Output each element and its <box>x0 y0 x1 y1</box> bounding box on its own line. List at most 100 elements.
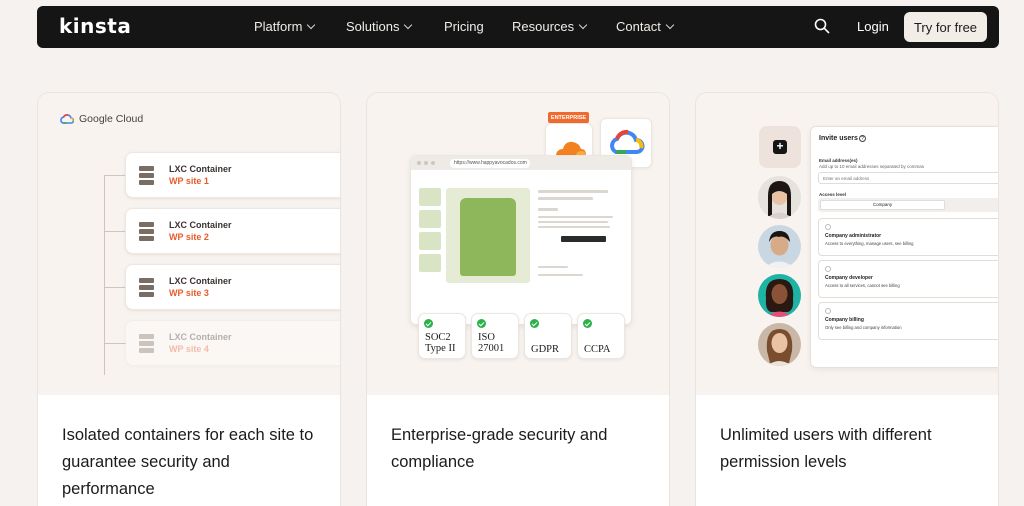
card-visual: + Invite users ? Email address(es) Add u… <box>696 93 998 395</box>
chevron-down-icon <box>578 20 588 29</box>
cert-badge-iso: ISO 27001 <box>471 313 519 359</box>
cert-label: ISO 27001 <box>478 332 505 354</box>
text-line <box>538 221 608 223</box>
nav-item-solutions[interactable]: Solutions <box>346 19 413 34</box>
top-navbar: kinsta Platform Solutions Pricing Resour… <box>37 6 999 48</box>
text-line <box>538 190 608 193</box>
container-title: LXC Container <box>169 276 232 286</box>
container-site: WP site 2 <box>169 232 209 242</box>
nav-item-platform[interactable]: Platform <box>254 19 316 34</box>
login-link[interactable]: Login <box>857 19 889 34</box>
lxc-container-box: LXC Container WP site 4 <box>125 320 340 366</box>
nav-item-label: Solutions <box>346 19 400 34</box>
product-thumbnail <box>419 188 441 206</box>
nav-item-label: Pricing <box>444 19 484 34</box>
add-to-cart-mock <box>561 236 606 242</box>
invite-users-panel: Invite users ? Email address(es) Add up … <box>810 126 998 368</box>
container-site: WP site 1 <box>169 176 209 186</box>
card-description: Enterprise-grade security and compliance <box>367 395 669 506</box>
provider-name: Google Cloud <box>79 113 144 125</box>
search-icon[interactable] <box>814 18 830 34</box>
role-title: Company administrator <box>825 233 882 239</box>
text-line <box>538 208 558 211</box>
text-line <box>538 266 568 268</box>
role-desc: Access to everything, manage users, see … <box>825 241 914 246</box>
nav-item-label: Contact <box>616 19 661 34</box>
server-icon <box>139 166 154 186</box>
avatar <box>758 274 801 317</box>
panel-title: Invite users <box>819 135 858 142</box>
server-icon <box>139 222 154 242</box>
email-field[interactable]: Enter an email address <box>818 172 998 184</box>
nav-item-resources[interactable]: Resources <box>512 19 588 34</box>
role-desc: Only see billing and company information <box>825 325 902 330</box>
container-title: LXC Container <box>169 164 232 174</box>
server-icon <box>139 334 154 354</box>
cert-badge-soc2: SOC2 Type II <box>418 313 466 359</box>
google-cloud-logo: Google Cloud <box>60 113 143 125</box>
email-hint: Add up to 10 email addresses separated b… <box>819 164 925 169</box>
tree-branch <box>104 287 126 288</box>
chevron-down-icon <box>404 20 413 29</box>
nav-item-contact[interactable]: Contact <box>616 19 675 34</box>
browser-toolbar: https://www.happyavocados.com <box>411 156 631 170</box>
container-title: LXC Container <box>169 220 232 230</box>
browser-url: https://www.happyavocados.com <box>450 158 530 168</box>
tree-branch <box>104 175 126 176</box>
role-option-developer[interactable]: Company developer Access to all services… <box>818 260 998 298</box>
container-site: WP site 3 <box>169 288 209 298</box>
role-title: Company billing <box>825 317 864 323</box>
try-for-free-button[interactable]: Try for free <box>904 12 987 42</box>
cert-label: GDPR <box>531 344 560 355</box>
email-label: Email address(es) <box>819 158 858 163</box>
help-icon: ? <box>859 135 866 142</box>
lxc-container-box: LXC Container WP site 1 <box>125 152 340 198</box>
nav-item-label: Resources <box>512 19 575 34</box>
card-description: Isolated containers for each site to gua… <box>38 395 340 506</box>
radio-icon <box>825 224 831 230</box>
check-icon <box>477 319 486 328</box>
feature-card-enterprise-security: ENTERPRISE https://www.happyavocados.com <box>366 92 670 506</box>
check-icon <box>424 319 433 328</box>
role-option-billing[interactable]: Company billing Only see billing and com… <box>818 302 998 340</box>
cert-label: CCPA <box>584 344 611 355</box>
tree-connector <box>104 175 124 375</box>
tree-branch <box>104 343 126 344</box>
radio-icon <box>825 308 831 314</box>
kinsta-logo[interactable]: kinsta <box>59 14 131 38</box>
feature-card-isolated-containers: Google Cloud LXC Container WP site 1 LXC… <box>37 92 341 506</box>
lxc-container-box: LXC Container WP site 2 <box>125 208 340 254</box>
nav-item-pricing[interactable]: Pricing <box>444 19 484 34</box>
product-thumbnail <box>419 210 441 228</box>
lxc-container-box: LXC Container WP site 3 <box>125 264 340 310</box>
access-option-company[interactable]: Company <box>820 200 945 210</box>
card-visual: Google Cloud LXC Container WP site 1 LXC… <box>38 93 340 395</box>
google-cloud-icon <box>60 114 74 124</box>
text-line <box>538 274 583 276</box>
container-title: LXC Container <box>169 332 232 342</box>
chevron-down-icon <box>307 20 316 29</box>
role-option-admin[interactable]: Company administrator Access to everythi… <box>818 218 998 256</box>
card-visual: ENTERPRISE https://www.happyavocados.com <box>367 93 669 395</box>
add-user-tile: + <box>759 126 801 168</box>
check-icon <box>530 319 539 328</box>
avatar <box>758 176 801 219</box>
avatar <box>758 323 801 366</box>
browser-mockup: https://www.happyavocados.com <box>410 155 632 325</box>
enterprise-badge: ENTERPRISE <box>548 112 589 123</box>
tree-branch <box>104 231 126 232</box>
text-line <box>538 197 593 200</box>
nav-item-label: Platform <box>254 19 303 34</box>
access-level-toggle[interactable]: Company <box>818 198 998 212</box>
cert-badge-ccpa: CCPA <box>577 313 625 359</box>
product-thumbnail <box>419 254 441 272</box>
role-desc: Access to all services, cannot see billi… <box>825 283 900 288</box>
feature-card-unlimited-users: + Invite users ? Email address(es) Add u… <box>695 92 999 506</box>
radio-icon <box>825 266 831 272</box>
role-title: Company developer <box>825 275 873 281</box>
access-level-label: Access level <box>819 192 847 197</box>
card-description: Unlimited users with different permissio… <box>696 395 998 506</box>
text-line <box>538 226 610 228</box>
plus-icon: + <box>773 140 787 154</box>
check-icon <box>583 319 592 328</box>
